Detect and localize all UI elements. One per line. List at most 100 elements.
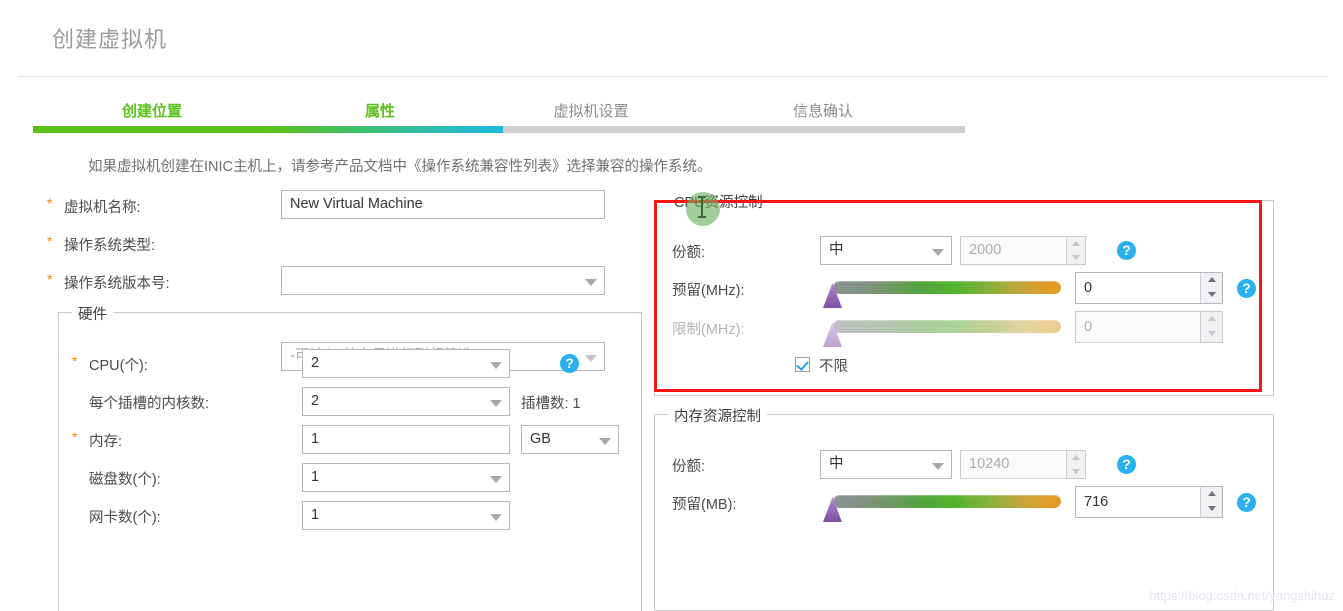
help-icon[interactable]: ? [1237,493,1256,512]
hardware-legend: 硬件 [72,303,113,324]
help-icon[interactable]: ? [1237,279,1256,298]
memory-input[interactable]: 1 [302,425,510,454]
cpu-reserve-stepper[interactable]: 0 [1075,272,1223,304]
help-icon[interactable]: ? [1117,455,1136,474]
chevron-down-icon [932,248,944,256]
label-vm-name: 虚拟机名称: [64,200,141,216]
row-cpu-share: 份额: 中 2000 ? [655,233,1270,267]
help-icon[interactable]: ? [1117,241,1136,260]
chevron-down-icon [490,399,502,407]
cpu-unlimited-checkbox[interactable] [795,357,810,372]
cpu-share-number-value: 2000 [969,242,1002,258]
step-tab-location[interactable]: 创建位置 [82,100,222,121]
cpu-count-select[interactable]: 2 [302,349,510,378]
cpu-limit-stepper: 0 [1075,311,1223,343]
chevron-down-icon [599,437,611,445]
chevron-down-icon [490,475,502,483]
label-memory: 内存: [89,434,123,450]
memory-resource-legend: 内存资源控制 [668,405,767,426]
form-description: 如果虚拟机创建在INIC主机上，请参考产品文档中《操作系统兼容性列表》选择兼容的… [88,159,712,175]
memory-reserve-slider[interactable] [823,495,1061,522]
memory-unit-value: GB [530,431,551,447]
step-labels: 创建位置 属性 虚拟机设置 信息确认 [33,100,965,124]
vm-name-input[interactable]: New Virtual Machine [281,190,605,219]
step-tab-vm-settings[interactable]: 虚拟机设置 [521,100,661,121]
step-tab-properties[interactable]: 属性 [325,100,435,121]
label-cpu-reserve: 预留(MHz): [672,283,745,299]
required-marker: * [72,429,78,445]
memory-reserve-stepper[interactable]: 716 [1075,486,1223,518]
row-memory: * 内存: 1 GB [59,423,639,457]
stepper-up-icon [1201,312,1223,327]
stepper-up-icon[interactable] [1067,451,1086,464]
required-marker: * [47,195,53,211]
header-divider [18,76,1328,77]
label-memory-reserve: 预留(MB): [672,497,737,513]
stepper-down-icon [1201,326,1223,341]
row-disk-count: 磁盘数(个): 1 [59,461,639,495]
label-cpu-share: 份额: [672,245,706,261]
step-progress-track [33,126,965,133]
stepper-arrows[interactable] [1066,451,1085,478]
label-nic-count: 网卡数(个): [89,510,161,526]
slider-track[interactable] [833,281,1061,294]
cpu-reserve-slider[interactable] [823,281,1061,308]
memory-reserve-value: 716 [1084,494,1109,510]
slider-track [833,320,1061,333]
nic-count-select[interactable]: 1 [302,501,510,530]
chevron-down-icon [490,361,502,369]
row-memory-reserve: 预留(MB): 716 ? [655,485,1270,522]
cpu-share-select[interactable]: 中 [820,236,952,265]
help-icon[interactable]: ? [560,354,579,373]
row-cores-per-socket: 每个插槽的内核数: 2 插槽数: 1 [59,385,639,419]
disk-count-select[interactable]: 1 [302,463,510,492]
required-marker: * [47,271,53,287]
row-vm-name: * 虚拟机名称: New Virtual Machine [40,190,650,226]
row-os-version: * 操作系统版本号: -可输入 首字母进行联想筛选- [40,266,650,371]
memory-share-select[interactable]: 中 [820,450,952,479]
row-cpu-reserve: 预留(MHz): 0 ? [655,271,1270,308]
step-wizard: 创建位置 属性 虚拟机设置 信息确认 [33,100,965,138]
chevron-down-icon [490,513,502,521]
memory-share-number-value: 10240 [969,456,1010,472]
memory-unit-select[interactable]: GB [521,425,619,454]
row-cpu-limit: 限制(MHz): 0 [655,310,1270,347]
required-marker: * [47,233,53,249]
cores-per-socket-select[interactable]: 2 [302,387,510,416]
stepper-down-icon[interactable] [1201,287,1223,302]
stepper-down-icon[interactable] [1067,465,1086,478]
label-cpu-limit: 限制(MHz): [672,322,745,338]
stepper-arrows[interactable] [1066,237,1085,264]
stepper-up-icon[interactable] [1201,487,1223,502]
label-cores-per-socket: 每个插槽的内核数: [89,396,210,412]
memory-share-number-stepper[interactable]: 10240 [960,450,1086,479]
cpu-share-number-stepper[interactable]: 2000 [960,236,1086,265]
label-os-type: 操作系统类型: [64,238,156,254]
step-tab-confirm[interactable]: 信息确认 [753,100,893,121]
hardware-fieldset: 硬件 * CPU(个): 2 ? 每个插槽的内核数: 2 插槽数: 1 * 内存… [58,303,642,611]
cpu-resource-fieldset: CPU资源控制 份额: 中 2000 ? 预留(MHz): 0 ? 限制(MHz… [654,191,1274,396]
cpu-unlimited-label[interactable]: 不限 [819,355,848,376]
chevron-down-icon [932,462,944,470]
step-progress-fill [33,126,503,133]
cores-per-socket-value: 2 [311,393,320,409]
cpu-reserve-value: 0 [1084,280,1093,296]
stepper-up-icon[interactable] [1067,237,1086,250]
cpu-limit-value: 0 [1084,319,1093,335]
label-os-version: 操作系统版本号: [64,276,170,292]
stepper-arrows[interactable] [1200,487,1222,517]
socket-count-label: 插槽数: 1 [521,396,581,412]
stepper-down-icon[interactable] [1067,251,1086,264]
memory-resource-fieldset: 内存资源控制 份额: 中 10240 ? 预留(MB): 716 ? [654,405,1274,611]
row-memory-share: 份额: 中 10240 ? [655,447,1270,481]
label-cpu-count: CPU(个): [89,358,148,374]
row-os-type: * 操作系统类型: [40,228,650,295]
slider-track[interactable] [833,495,1061,508]
stepper-down-icon[interactable] [1201,501,1223,516]
disk-count-value: 1 [311,469,320,485]
stepper-up-icon[interactable] [1201,273,1223,288]
stepper-arrows [1200,312,1222,342]
stepper-arrows[interactable] [1200,273,1222,303]
nic-count-value: 1 [311,507,320,523]
cpu-share-value: 中 [829,242,844,258]
